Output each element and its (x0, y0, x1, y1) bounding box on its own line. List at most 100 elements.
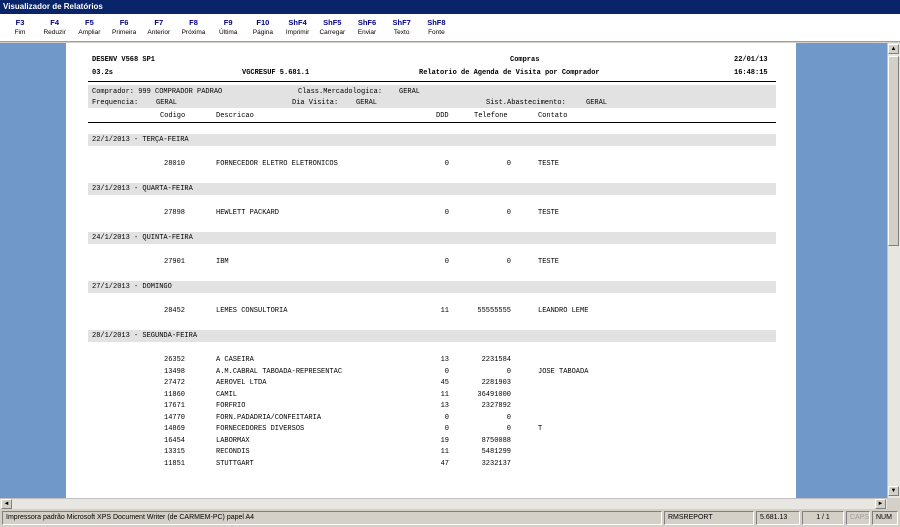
row-telefone: 2231584 (481, 356, 511, 364)
row-codigo: 28452 (164, 307, 186, 315)
row-descricao: A.M.CABRAL TABOADA-REPRESENTAC (216, 367, 343, 376)
report-time: 16:48:15 (734, 69, 768, 77)
toolbar-label: Texto (393, 29, 410, 36)
status-caps: CAPS (846, 511, 870, 525)
row-codigo: 13315 (164, 448, 186, 456)
arrow-down-icon: ▼ (890, 488, 897, 494)
header-rule (88, 81, 776, 82)
toolbar-key: ShF8 (427, 18, 446, 27)
row-ddd: 0 (444, 413, 449, 422)
row-ddd: 0 (444, 160, 449, 168)
column-header-codigo: Codigo (160, 112, 186, 120)
row-ddd: 11 (440, 307, 449, 315)
scroll-down-button[interactable]: ▼ (888, 486, 899, 496)
row-ddd: 0 (444, 258, 449, 266)
arrow-right-icon: ► (877, 501, 884, 507)
vertical-scroll-thumb[interactable] (888, 56, 899, 246)
filter-class-label: Class.Mercadologica: (298, 88, 383, 96)
row-codigo: 11851 (164, 459, 186, 468)
row-codigo: 17671 (164, 402, 186, 410)
toolbar-button-primeira[interactable]: F6 Primeira (106, 17, 142, 41)
toolbar-button-texto[interactable]: ShF7 Texto (384, 17, 420, 41)
status-bar: Impressora padrão Microsoft XPS Document… (0, 509, 900, 527)
filter-freq-value: GERAL (156, 99, 178, 107)
filter-dia-label: Dia Visita: (292, 99, 339, 107)
day-group-band (88, 134, 776, 146)
toolbar-button-reduzir[interactable]: F4 Reduzir (37, 17, 73, 41)
horizontal-scrollbar[interactable]: ◄ ► (0, 498, 887, 509)
row-descricao: FORFRIO (216, 402, 246, 410)
row-descricao: LABORMAX (216, 436, 250, 445)
row-telefone: 55555555 (477, 307, 511, 315)
window-title: Visualizador de Relatórios (0, 0, 900, 14)
toolbar-button-fonte[interactable]: ShF8 Fonte (418, 17, 454, 41)
vertical-scrollbar[interactable]: ▲ ▼ (887, 43, 900, 498)
row-ddd: 13 (440, 402, 449, 410)
toolbar-label: Próxima (181, 29, 206, 36)
row-descricao: CAMIL (216, 390, 238, 399)
toolbar-button-enviar[interactable]: ShF6 Enviar (349, 17, 385, 41)
toolbar-label: Última (218, 29, 238, 36)
day-group-heading: 28/1/2013 - SEGUNDA-FEIRA (92, 332, 198, 340)
filter-class-value: GERAL (399, 88, 421, 96)
toolbar-label: Imprimir (285, 29, 310, 36)
row-descricao: LEMES CONSULTORIA (216, 307, 288, 315)
toolbar-label: Reduzir (43, 29, 66, 36)
row-codigo: 11860 (164, 390, 186, 399)
toolbar-key: ShF4 (288, 18, 307, 27)
toolbar-button-carregar[interactable]: ShF5 Carregar (314, 17, 350, 41)
toolbar-button-última[interactable]: F9 Última (210, 17, 246, 41)
report-env: DESENV V568 SP1 (92, 56, 156, 64)
toolbar-label: Primeira (111, 29, 137, 36)
scroll-left-button[interactable]: ◄ (1, 499, 12, 509)
toolbar-label: Carregar (319, 29, 346, 36)
row-descricao: IBM (216, 258, 229, 266)
day-group-heading: 27/1/2013 - DOMINGO (92, 283, 172, 291)
toolbar-button-imprimir[interactable]: ShF4 Imprimir (280, 17, 316, 41)
report-module: Compras (510, 56, 540, 64)
row-descricao: A CASEIRA (216, 356, 254, 364)
toolbar-key: ShF6 (357, 18, 377, 27)
row-codigo: 28010 (164, 160, 186, 168)
toolbar-key: ShF7 (392, 18, 411, 27)
status-report: RMSREPORT (664, 511, 754, 525)
row-telefone: 0 (506, 413, 511, 422)
row-descricao: FORNECEDOR ELETRO ELETRONICOS (216, 160, 338, 168)
toolbar-button-fim[interactable]: F3 Fim (2, 17, 38, 41)
row-ddd: 11 (440, 390, 449, 399)
row-contato: LEANDRO LEME (538, 307, 589, 315)
row-contato: TESTE (538, 160, 560, 168)
row-ddd: 47 (440, 459, 449, 468)
row-ddd: 13 (440, 356, 449, 364)
column-header-telefone: Telefone (474, 112, 508, 120)
scrollbar-corner (887, 498, 900, 509)
toolbar-button-próxima[interactable]: F8 Próxima (176, 17, 212, 41)
toolbar-label: Página (252, 29, 274, 36)
toolbar-label: Fonte (428, 29, 445, 36)
toolbar-button-anterior[interactable]: F7 Anterior (141, 17, 177, 41)
report-viewport[interactable]: DESENV V568 SP1 03.2s VGCRESUF 5.681.1 C… (0, 43, 887, 498)
toolbar-label: Anterior (147, 29, 171, 36)
row-descricao: RECONDIS (216, 448, 250, 456)
scroll-right-button[interactable]: ► (875, 499, 886, 509)
row-ddd: 0 (444, 367, 449, 376)
row-codigo: 13498 (164, 367, 186, 376)
row-ddd: 0 (444, 425, 449, 433)
row-codigo: 27472 (164, 379, 186, 387)
row-codigo: 27901 (164, 258, 186, 266)
row-telefone: 0 (506, 209, 511, 217)
row-descricao: HEWLETT PACKARD (216, 209, 280, 217)
filter-sist-label: Sist.Abastecimento: (486, 99, 566, 107)
toolbar-key: F7 (154, 18, 164, 27)
row-telefone: 0 (506, 425, 511, 433)
status-printer: Impressora padrão Microsoft XPS Document… (2, 511, 662, 525)
scroll-up-button[interactable]: ▲ (888, 44, 899, 54)
toolbar-button-ampliar[interactable]: F5 Ampliar (71, 17, 107, 41)
row-ddd: 11 (440, 448, 449, 456)
row-codigo: 16454 (164, 436, 186, 445)
filter-sist-value: GERAL (586, 99, 608, 107)
toolbar-key: ShF5 (323, 18, 342, 27)
report-program: VGCRESUF 5.681.1 (242, 69, 310, 77)
day-group-band (88, 281, 776, 293)
toolbar-button-página[interactable]: F10 Página (245, 17, 281, 41)
